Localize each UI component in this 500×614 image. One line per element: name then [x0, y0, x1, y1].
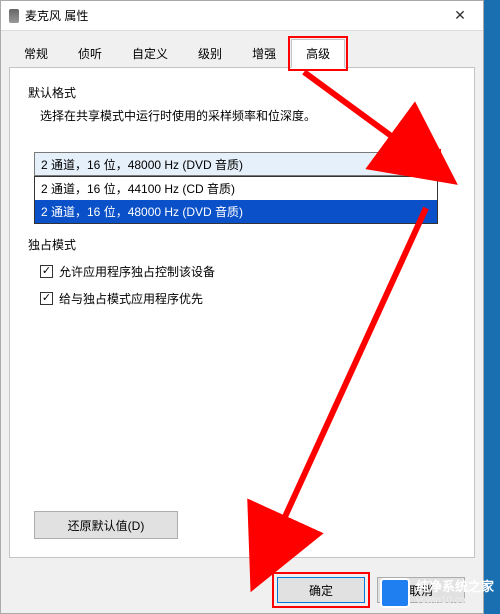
tab-custom[interactable]: 自定义 [117, 39, 183, 67]
exclusive-mode-label: 独占模式 [28, 236, 456, 253]
default-format-desc: 选择在共享模式中运行时使用的采样频率和位深度。 [40, 107, 456, 124]
default-format-label: 默认格式 [28, 84, 456, 101]
exclusive-priority-row: ✓ 给与独占模式应用程序优先 [40, 290, 456, 307]
tab-levels[interactable]: 级别 [183, 39, 237, 67]
sample-rate-option[interactable]: 2 通道，16 位，48000 Hz (DVD 音质) [35, 200, 437, 223]
watermark: 纯净系统之家 ycwin10.com [380, 578, 494, 608]
titlebar: 麦克风 属性 ✕ [1, 1, 483, 31]
window-title: 麦克风 属性 [25, 7, 437, 24]
ok-button[interactable]: 确定 [277, 577, 365, 603]
sample-rate-option[interactable]: 2 通道，16 位，44100 Hz (CD 音质) [35, 177, 437, 200]
microphone-icon [9, 9, 19, 23]
watermark-logo-icon [380, 578, 410, 608]
restore-defaults-button[interactable]: 还原默认值(D) [34, 511, 178, 539]
exclusive-control-label: 允许应用程序独占控制该设备 [59, 263, 215, 280]
tab-enhance[interactable]: 增强 [237, 39, 291, 67]
watermark-url: ycwin10.com [416, 595, 494, 607]
sample-rate-combo[interactable]: 2 通道，16 位，48000 Hz (DVD 音质) ▾ [34, 152, 438, 176]
tab-advanced[interactable]: 高级 [291, 39, 345, 68]
sample-rate-dropdown[interactable]: 2 通道，16 位，44100 Hz (CD 音质) 2 通道，16 位，480… [34, 176, 438, 224]
exclusive-control-row: ✓ 允许应用程序独占控制该设备 [40, 263, 456, 280]
exclusive-priority-label: 给与独占模式应用程序优先 [59, 290, 203, 307]
exclusive-control-checkbox[interactable]: ✓ [40, 265, 53, 278]
chevron-down-icon[interactable]: ▾ [417, 153, 437, 175]
close-button[interactable]: ✕ [437, 1, 483, 31]
tab-listen[interactable]: 侦听 [63, 39, 117, 67]
watermark-title: 纯净系统之家 [416, 579, 494, 595]
sample-rate-selected: 2 通道，16 位，48000 Hz (DVD 音质) [41, 156, 243, 173]
tab-general[interactable]: 常规 [9, 39, 63, 67]
exclusive-priority-checkbox[interactable]: ✓ [40, 292, 53, 305]
tab-strip: 常规 侦听 自定义 级别 增强 高级 [9, 39, 475, 68]
properties-dialog: 麦克风 属性 ✕ 常规 侦听 自定义 级别 增强 高级 默认格式 选择在共享模式… [0, 0, 484, 614]
advanced-panel: 默认格式 选择在共享模式中运行时使用的采样频率和位深度。 2 通道，16 位，4… [9, 68, 475, 558]
